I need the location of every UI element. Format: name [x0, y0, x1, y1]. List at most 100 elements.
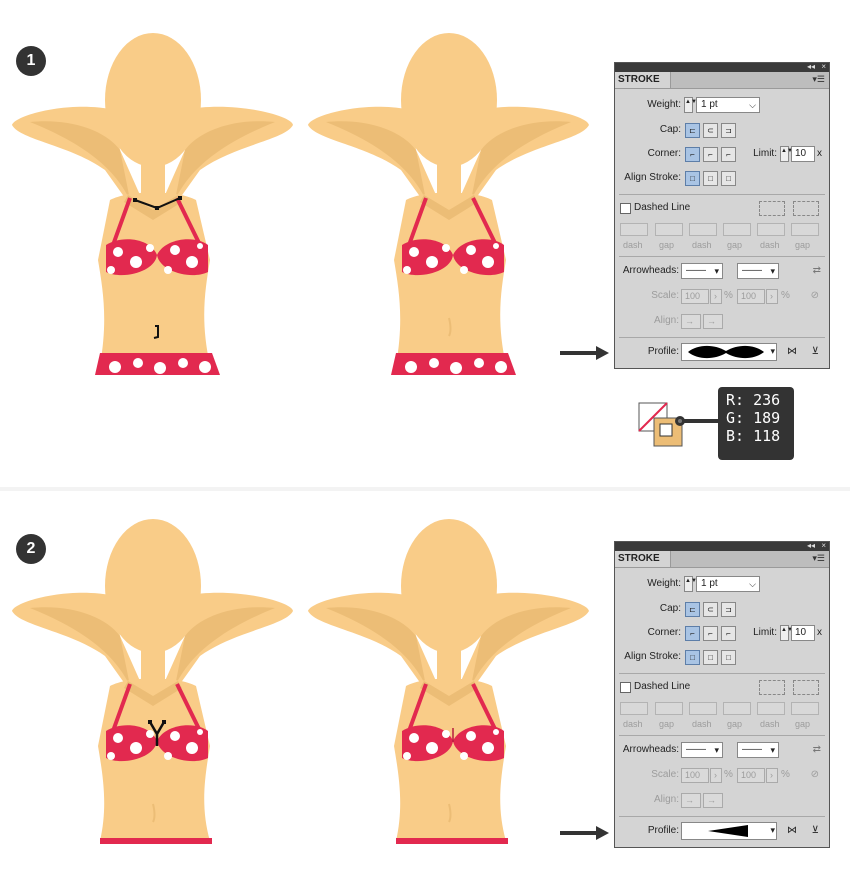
limit-spinner[interactable]: ▲▼ — [780, 625, 793, 641]
tab-stroke-label: STROKE — [618, 74, 660, 85]
limit-input[interactable]: 10 — [791, 146, 815, 162]
dashed-line-checkbox[interactable] — [620, 682, 631, 693]
end-scale-stepper[interactable]: › — [766, 768, 778, 783]
dash-preserve-button[interactable] — [759, 680, 785, 695]
swap-arrowheads-icon[interactable]: ⇄ — [809, 262, 821, 280]
gap-field[interactable] — [723, 702, 751, 715]
scale-row: Scale: 100 › % 100 › % ⊘ — [615, 287, 829, 307]
end-scale-input[interactable]: 100 — [737, 768, 765, 783]
arrow-extend-button[interactable]: → — [681, 793, 701, 808]
start-scale-stepper[interactable]: › — [710, 289, 722, 304]
link-scale-icon[interactable]: ⊘ — [809, 766, 819, 784]
align-inside-button[interactable]: □ — [703, 171, 718, 186]
align-arrow-label: Align: — [653, 794, 679, 805]
corner-label: Corner: — [647, 627, 681, 638]
dashed-line-checkbox[interactable] — [620, 203, 631, 214]
dash-field[interactable] — [689, 702, 717, 715]
align-outside-button[interactable]: □ — [721, 171, 736, 186]
round-join-button[interactable]: ⌐ — [703, 626, 718, 641]
scale-row: Scale: 100 › % 100 › % ⊘ — [615, 766, 829, 786]
close-icon[interactable]: × — [821, 62, 826, 71]
dash-align-button[interactable] — [793, 680, 819, 695]
link-scale-icon[interactable]: ⊘ — [809, 287, 819, 305]
tab-stroke-label: STROKE — [618, 553, 660, 564]
profile-select[interactable]: ▾ — [681, 343, 777, 361]
weight-select[interactable]: 1 pt ⌵ — [696, 576, 760, 592]
start-scale-stepper[interactable]: › — [710, 768, 722, 783]
start-scale-input[interactable]: 100 — [681, 289, 709, 304]
gap-field[interactable] — [723, 223, 751, 236]
dash-align-button[interactable] — [793, 201, 819, 216]
flip-across-icon[interactable]: ⊻ — [807, 822, 819, 840]
bevel-join-button[interactable]: ⌐ — [721, 147, 736, 162]
separator — [619, 816, 825, 817]
width-profile-bulge-icon — [688, 345, 764, 359]
dash-field[interactable] — [620, 223, 648, 236]
chevron-down-icon: ▾ — [770, 825, 775, 835]
align-center-button[interactable]: □ — [685, 650, 700, 665]
arrow-extend-button[interactable]: → — [681, 314, 701, 329]
weight-spinner[interactable]: ▲▼ — [684, 576, 697, 592]
align-stroke-label: Align Stroke: — [624, 172, 681, 183]
limit-spinner[interactable]: ▲▼ — [780, 146, 793, 162]
flip-along-icon[interactable]: ⋈ — [785, 822, 797, 840]
close-icon[interactable]: × — [821, 541, 826, 550]
align-arrow-label: Align: — [653, 315, 679, 326]
collapse-icon[interactable]: ◂◂ — [807, 62, 815, 71]
start-arrowhead-select[interactable]: —— ▾ — [681, 742, 723, 758]
arrow-place-button[interactable]: → — [703, 793, 723, 808]
butt-cap-button[interactable]: ⊏ — [685, 123, 700, 138]
arrow-right-icon — [560, 826, 609, 840]
limit-input[interactable]: 10 — [791, 625, 815, 641]
square-cap-button[interactable]: ⊐ — [721, 123, 736, 138]
dashed-line-label: Dashed Line — [634, 202, 691, 213]
limit-label: Limit: — [753, 627, 777, 638]
collapse-icon[interactable]: ◂◂ — [807, 541, 815, 550]
dash-field[interactable] — [620, 702, 648, 715]
miter-join-button[interactable]: ⌐ — [685, 147, 700, 162]
arrow-place-button[interactable]: → — [703, 314, 723, 329]
align-outside-button[interactable]: □ — [721, 650, 736, 665]
end-arrowhead-select[interactable]: —— ▾ — [737, 742, 779, 758]
miter-join-button[interactable]: ⌐ — [685, 626, 700, 641]
panel-menu-icon[interactable]: ▾☰ — [812, 553, 825, 564]
percent-label: % — [781, 769, 790, 780]
gap-field[interactable] — [655, 223, 683, 236]
weight-select[interactable]: 1 pt ⌵ — [696, 97, 760, 113]
round-join-button[interactable]: ⌐ — [703, 147, 718, 162]
gap-field[interactable] — [655, 702, 683, 715]
flip-along-icon[interactable]: ⋈ — [785, 343, 797, 361]
align-center-button[interactable]: □ — [685, 171, 700, 186]
gap-field[interactable] — [791, 223, 819, 236]
start-scale-input[interactable]: 100 — [681, 768, 709, 783]
gap-field[interactable] — [791, 702, 819, 715]
round-cap-button[interactable]: ⊂ — [703, 602, 718, 617]
square-cap-button[interactable]: ⊐ — [721, 602, 736, 617]
tab-stroke[interactable]: STROKE — [615, 72, 671, 88]
end-arrowhead-select[interactable]: —— ▾ — [737, 263, 779, 279]
gap-label: gap — [727, 240, 743, 250]
align-inside-button[interactable]: □ — [703, 650, 718, 665]
arrow-right-icon — [560, 346, 609, 360]
swap-arrowheads-icon[interactable]: ⇄ — [809, 741, 821, 759]
weight-spinner[interactable]: ▲▼ — [684, 97, 697, 113]
profile-select[interactable]: ▾ — [681, 822, 777, 840]
dash-field[interactable] — [757, 702, 785, 715]
dash-label: dash — [760, 240, 780, 250]
dash-field[interactable] — [689, 223, 717, 236]
dash-preserve-button[interactable] — [759, 201, 785, 216]
tab-stroke[interactable]: STROKE — [615, 551, 671, 567]
dash-field[interactable] — [757, 223, 785, 236]
panel-menu-icon[interactable]: ▾☰ — [812, 74, 825, 85]
end-scale-input[interactable]: 100 — [737, 289, 765, 304]
bevel-join-button[interactable]: ⌐ — [721, 626, 736, 641]
weight-row: Weight: ▲▼ 1 pt ⌵ — [615, 575, 829, 595]
butt-cap-button[interactable]: ⊏ — [685, 602, 700, 617]
figure-left-editing — [12, 33, 293, 375]
limit-value: 10 — [795, 148, 807, 159]
end-scale-stepper[interactable]: › — [766, 289, 778, 304]
round-cap-button[interactable]: ⊂ — [703, 123, 718, 138]
flip-across-icon[interactable]: ⊻ — [807, 343, 819, 361]
dashed-line-label: Dashed Line — [634, 681, 691, 692]
start-arrowhead-select[interactable]: —— ▾ — [681, 263, 723, 279]
